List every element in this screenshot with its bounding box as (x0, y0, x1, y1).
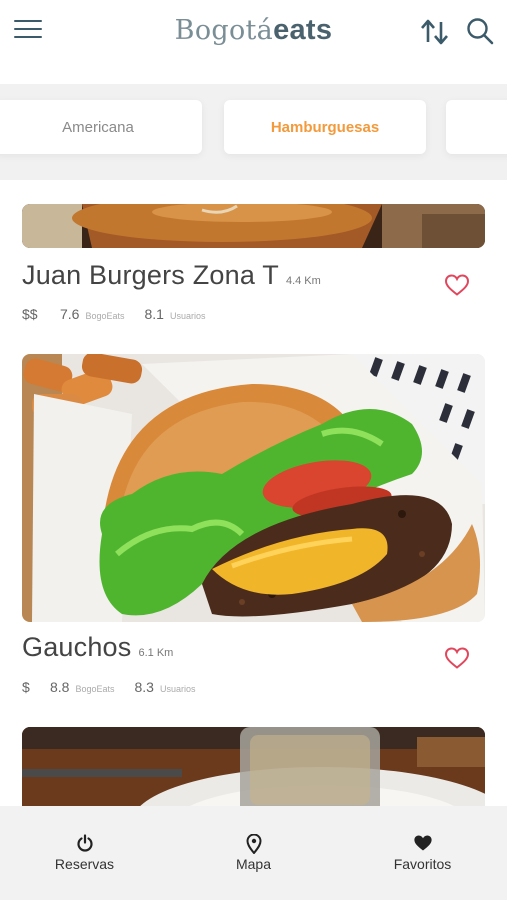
users-label: Usuarios (159, 684, 196, 694)
tab-americana[interactable]: Americana (0, 100, 202, 154)
category-tabs: Americana Hamburguesas (0, 84, 507, 180)
search-icon[interactable] (465, 16, 495, 46)
price-level: $$ (22, 306, 38, 322)
users-score: 8.1 (144, 306, 164, 322)
restaurant-title-row: Gauchos 6.1 Km (22, 632, 173, 663)
restaurant-name[interactable]: Juan Burgers Zona T (22, 260, 279, 291)
restaurant-photo[interactable] (22, 727, 485, 806)
restaurant-photo[interactable] (22, 354, 485, 622)
price-level: $ (22, 679, 30, 695)
users-label: Usuarios (169, 311, 206, 321)
brand-name-light: Bogotá (174, 15, 274, 46)
restaurant-meta: $$ 7.6 BogoEats 8.1 Usuarios (22, 306, 225, 322)
restaurant-meta: $ 8.8 BogoEats 8.3 Usuarios (22, 679, 215, 695)
nav-label: Mapa (235, 856, 272, 872)
bogoeats-label: BogoEats (75, 684, 115, 694)
nav-label: Reservas (54, 856, 115, 872)
map-pin-icon (245, 834, 262, 854)
nav-item-reservas[interactable]: Reservas (0, 806, 169, 900)
tab-hamburguesas[interactable]: Hamburguesas (224, 100, 426, 154)
nav-item-mapa[interactable]: Mapa (169, 806, 338, 900)
brand-name-bold: eats (273, 14, 333, 46)
power-icon (76, 834, 93, 852)
nav-label: Favoritos (393, 856, 452, 872)
bottom-navigation: Reservas Mapa Favoritos (0, 806, 507, 900)
bogoeats-label: BogoEats (85, 311, 125, 321)
restaurant-distance: 4.4 Km (285, 275, 321, 287)
bogoeats-score: 8.8 (50, 679, 70, 695)
users-score: 8.3 (134, 679, 154, 695)
restaurant-distance: 6.1 Km (138, 647, 174, 659)
sort-arrows-icon[interactable] (420, 18, 450, 46)
favorite-heart-icon[interactable] (444, 273, 470, 297)
heart-filled-icon (413, 835, 432, 851)
app-header: Bogotáeats (0, 0, 507, 66)
restaurant-title-row: Juan Burgers Zona T 4.4 Km (22, 260, 321, 291)
restaurant-feed[interactable]: Juan Burgers Zona T 4.4 Km $$ 7.6 BogoEa… (0, 180, 507, 806)
tab-next-category[interactable] (446, 100, 507, 154)
restaurant-photo[interactable] (22, 204, 485, 248)
nav-item-favoritos[interactable]: Favoritos (338, 806, 507, 900)
restaurant-name[interactable]: Gauchos (22, 632, 131, 663)
favorite-heart-icon[interactable] (444, 646, 470, 670)
bogoeats-score: 7.6 (60, 306, 80, 322)
